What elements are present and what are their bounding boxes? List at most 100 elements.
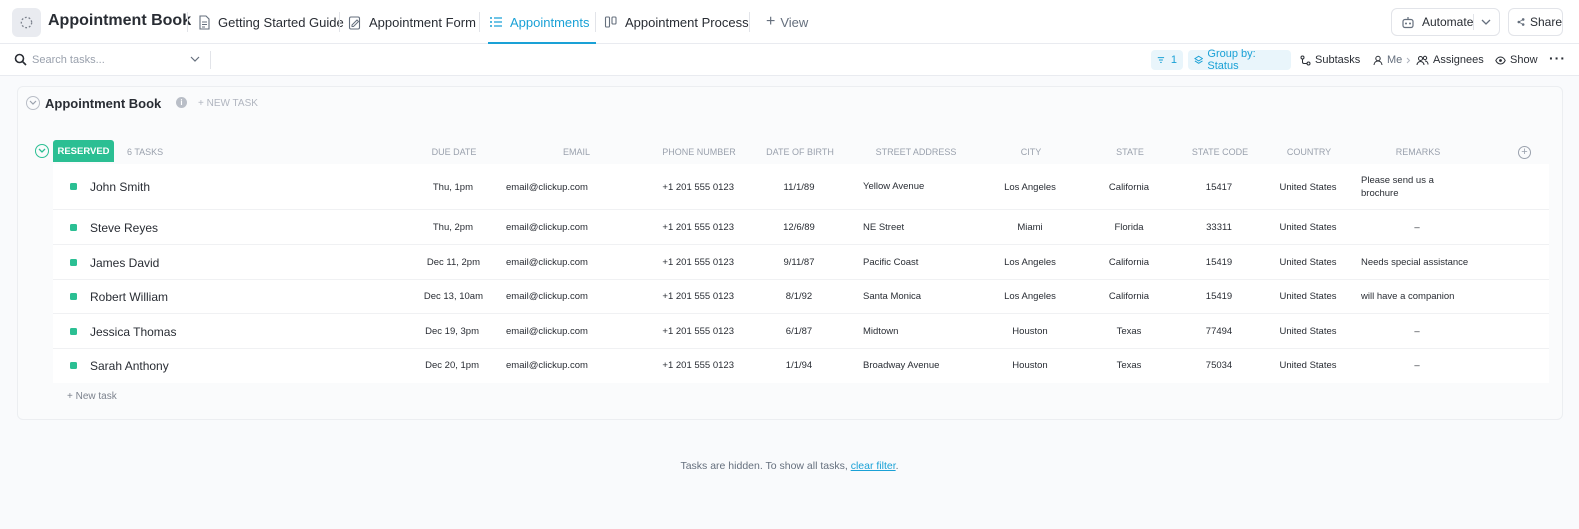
column-header-state-code[interactable]: STATE CODE bbox=[1192, 147, 1248, 157]
email-cell[interactable]: email@clickup.com bbox=[506, 291, 588, 302]
state-cell[interactable]: Florida bbox=[1114, 222, 1143, 233]
city-cell[interactable]: Los Angeles bbox=[1004, 182, 1056, 193]
city-cell[interactable]: Miami bbox=[1017, 222, 1042, 233]
automate-button[interactable]: Automate bbox=[1391, 8, 1500, 36]
clear-filter-link[interactable]: clear filter bbox=[851, 460, 896, 472]
email-cell[interactable]: email@clickup.com bbox=[506, 326, 588, 337]
task-name[interactable]: Robert William bbox=[90, 290, 168, 304]
remarks-cell[interactable]: – bbox=[1414, 326, 1419, 337]
email-cell[interactable]: email@clickup.com bbox=[506, 222, 588, 233]
street-cell[interactable]: Midtown bbox=[863, 326, 898, 337]
subtasks-button[interactable]: Subtasks bbox=[1300, 50, 1360, 70]
group-by-button[interactable]: Group by: Status bbox=[1188, 48, 1291, 72]
country-cell[interactable]: United States bbox=[1279, 257, 1336, 268]
state-code-cell[interactable]: 75034 bbox=[1206, 360, 1232, 371]
table-row[interactable]: Steve Reyes Thu, 2pm email@clickup.com +… bbox=[53, 210, 1549, 245]
email-cell[interactable]: email@clickup.com bbox=[506, 257, 588, 268]
email-cell[interactable]: email@clickup.com bbox=[506, 182, 588, 193]
remarks-cell[interactable]: Needs special assistance bbox=[1361, 257, 1468, 268]
state-cell[interactable]: Texas bbox=[1117, 326, 1142, 337]
remarks-cell[interactable]: will have a companion bbox=[1361, 291, 1454, 302]
show-button[interactable]: Show bbox=[1495, 50, 1538, 70]
street-cell[interactable]: NE Street bbox=[863, 222, 904, 233]
column-header-street[interactable]: STREET ADDRESS bbox=[876, 147, 957, 157]
task-name[interactable]: John Smith bbox=[90, 180, 150, 194]
info-icon[interactable]: i bbox=[176, 97, 187, 108]
tab-appointments[interactable]: Appointments bbox=[488, 0, 596, 44]
column-header-country[interactable]: COUNTRY bbox=[1287, 147, 1331, 157]
due-date-cell[interactable]: Dec 20, 1pm bbox=[425, 360, 479, 371]
more-options-icon[interactable]: ··· bbox=[1549, 48, 1566, 68]
phone-cell[interactable]: +1 201 555 0123 bbox=[662, 291, 734, 302]
share-button[interactable]: Share bbox=[1508, 8, 1563, 36]
column-header-due-date[interactable]: DUE DATE bbox=[432, 147, 477, 157]
phone-cell[interactable]: +1 201 555 0123 bbox=[662, 222, 734, 233]
add-column-button[interactable]: + bbox=[1518, 146, 1531, 159]
phone-cell[interactable]: +1 201 555 0123 bbox=[662, 182, 734, 193]
due-date-cell[interactable]: Dec 13, 10am bbox=[424, 291, 483, 302]
country-cell[interactable]: United States bbox=[1279, 222, 1336, 233]
country-cell[interactable]: United States bbox=[1279, 360, 1336, 371]
remarks-cell[interactable]: Please send us a brochure bbox=[1361, 174, 1461, 200]
task-name[interactable]: Jessica Thomas bbox=[90, 325, 176, 339]
chevron-down-icon[interactable] bbox=[1481, 19, 1491, 26]
dob-cell[interactable]: 12/6/89 bbox=[783, 222, 815, 233]
column-header-state[interactable]: STATE bbox=[1116, 147, 1144, 157]
state-cell[interactable]: Texas bbox=[1117, 360, 1142, 371]
state-code-cell[interactable]: 77494 bbox=[1206, 326, 1232, 337]
table-row[interactable]: Jessica Thomas Dec 19, 3pm email@clickup… bbox=[53, 314, 1549, 349]
state-code-cell[interactable]: 15419 bbox=[1206, 291, 1232, 302]
dob-cell[interactable]: 11/1/89 bbox=[784, 182, 815, 193]
new-task-header-button[interactable]: + NEW TASK bbox=[198, 98, 258, 109]
space-icon[interactable] bbox=[12, 8, 41, 37]
country-cell[interactable]: United States bbox=[1279, 182, 1336, 193]
task-name[interactable]: James David bbox=[90, 256, 159, 270]
phone-cell[interactable]: +1 201 555 0123 bbox=[662, 257, 734, 268]
table-row[interactable]: Sarah Anthony Dec 20, 1pm email@clickup.… bbox=[53, 349, 1549, 383]
email-cell[interactable]: email@clickup.com bbox=[506, 360, 588, 371]
dob-cell[interactable]: 1/1/94 bbox=[786, 360, 812, 371]
tab-appointment-process[interactable]: Appointment Process bbox=[603, 0, 749, 44]
phone-cell[interactable]: +1 201 555 0123 bbox=[662, 360, 734, 371]
dob-cell[interactable]: 9/11/87 bbox=[784, 257, 815, 268]
table-row[interactable]: James David Dec 11, 2pm email@clickup.co… bbox=[53, 245, 1549, 280]
task-name[interactable]: Steve Reyes bbox=[90, 221, 158, 235]
street-cell[interactable]: Santa Monica bbox=[863, 291, 921, 302]
assignees-button[interactable]: Assignees bbox=[1416, 50, 1484, 70]
city-cell[interactable]: Houston bbox=[1012, 326, 1047, 337]
state-code-cell[interactable]: 15417 bbox=[1206, 182, 1232, 193]
phone-cell[interactable]: +1 201 555 0123 bbox=[662, 326, 734, 337]
dob-cell[interactable]: 6/1/87 bbox=[786, 326, 812, 337]
remarks-cell[interactable]: – bbox=[1414, 222, 1419, 233]
column-header-email[interactable]: EMAIL bbox=[563, 147, 590, 157]
country-cell[interactable]: United States bbox=[1279, 291, 1336, 302]
status-dot[interactable] bbox=[70, 362, 77, 369]
status-badge[interactable]: RESERVED bbox=[53, 140, 114, 162]
due-date-cell[interactable]: Thu, 2pm bbox=[433, 222, 473, 233]
table-row[interactable]: Robert William Dec 13, 10am email@clicku… bbox=[53, 280, 1549, 314]
status-dot[interactable] bbox=[70, 183, 77, 190]
remarks-cell[interactable]: – bbox=[1414, 360, 1419, 371]
tab-getting-started-guide[interactable]: Getting Started Guide bbox=[196, 0, 344, 44]
state-cell[interactable]: California bbox=[1109, 257, 1149, 268]
country-cell[interactable]: United States bbox=[1279, 326, 1336, 337]
state-cell[interactable]: California bbox=[1109, 182, 1149, 193]
street-cell[interactable]: Pacific Coast bbox=[863, 257, 918, 268]
column-header-phone[interactable]: PHONE NUMBER bbox=[662, 147, 736, 157]
city-cell[interactable]: Los Angeles bbox=[1004, 257, 1056, 268]
column-header-remarks[interactable]: REMARKS bbox=[1396, 147, 1441, 157]
status-dot[interactable] bbox=[70, 259, 77, 266]
me-filter-button[interactable]: Me bbox=[1373, 50, 1402, 70]
table-row[interactable]: John Smith Thu, 1pm email@clickup.com +1… bbox=[53, 164, 1549, 210]
add-view-button[interactable]: + View bbox=[766, 0, 808, 44]
task-name[interactable]: Sarah Anthony bbox=[90, 359, 169, 373]
due-date-cell[interactable]: Dec 19, 3pm bbox=[425, 326, 479, 337]
city-cell[interactable]: Los Angeles bbox=[1004, 291, 1056, 302]
state-code-cell[interactable]: 33311 bbox=[1206, 222, 1232, 233]
tab-appointment-form[interactable]: Appointment Form bbox=[347, 0, 476, 44]
new-task-button[interactable]: + New task bbox=[67, 391, 117, 402]
dob-cell[interactable]: 8/1/92 bbox=[786, 291, 812, 302]
status-dot[interactable] bbox=[70, 328, 77, 335]
list-collapse-toggle[interactable] bbox=[26, 96, 40, 110]
search-input[interactable] bbox=[32, 51, 182, 69]
